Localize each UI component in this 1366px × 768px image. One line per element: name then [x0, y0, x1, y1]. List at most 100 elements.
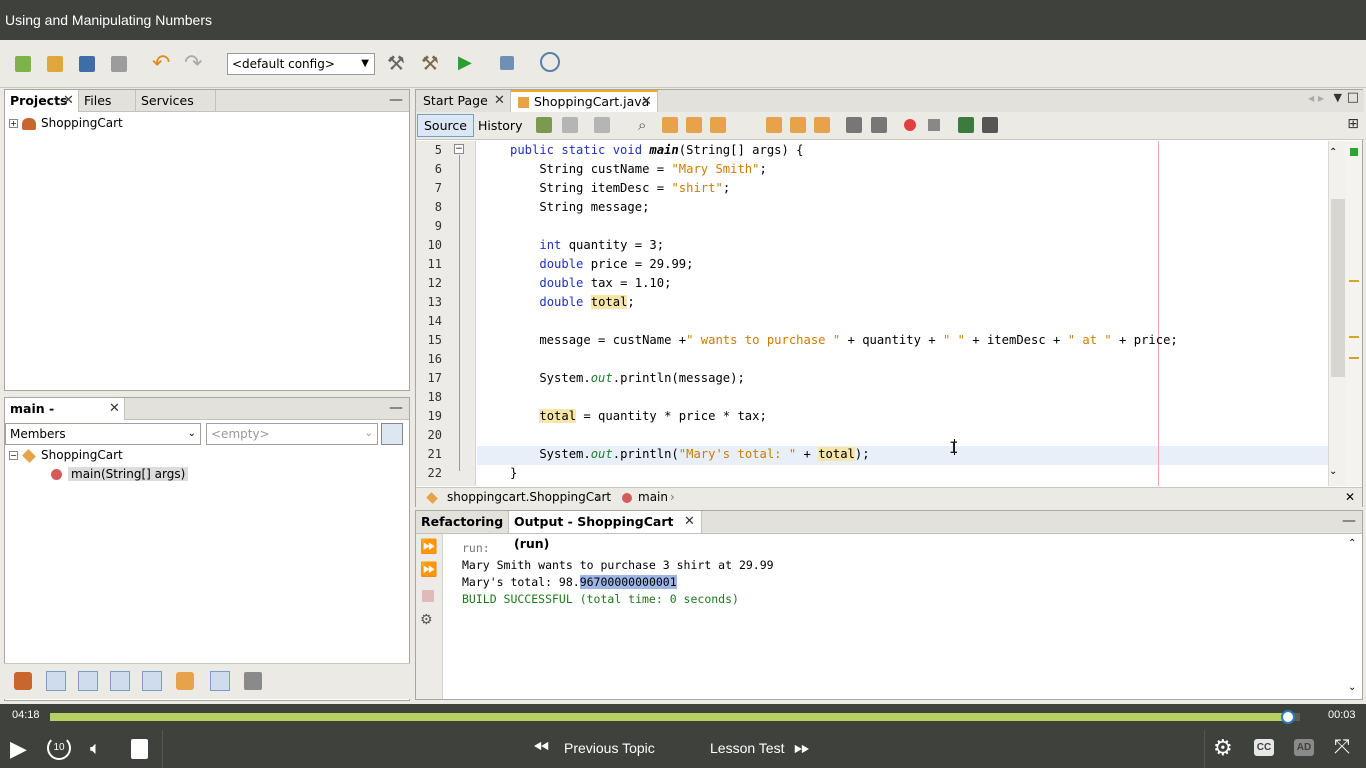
build-status-line: BUILD SUCCESSFUL (total time: 0 seconds): [462, 592, 739, 606]
scroll-down-icon[interactable]: ⌄: [1329, 466, 1337, 477]
editor-vertical-scrollbar[interactable]: ⌃ ⌄: [1328, 141, 1346, 486]
navigator-tool-button[interactable]: [78, 671, 98, 691]
tab-services[interactable]: Services: [136, 90, 216, 112]
navigator-options-button[interactable]: [381, 423, 403, 445]
config-select[interactable]: <default config> ▼: [227, 53, 375, 75]
stripe-mark[interactable]: [1349, 280, 1359, 282]
close-icon[interactable]: ✕: [109, 398, 120, 420]
transcript-button[interactable]: [131, 739, 148, 759]
progress-knob[interactable]: [1280, 710, 1295, 724]
navigator-tool-button[interactable]: [176, 672, 194, 690]
undo-button[interactable]: ↶: [149, 51, 175, 77]
toggle-highlight-icon[interactable]: [710, 117, 726, 133]
next-bookmark-icon[interactable]: [790, 117, 806, 133]
navigator-tool-button[interactable]: [244, 672, 262, 690]
minimize-button[interactable]: —: [1342, 513, 1356, 529]
search-icon[interactable]: ⌕: [638, 116, 646, 134]
play-button[interactable]: ▶: [10, 736, 27, 762]
audio-description-button[interactable]: AD: [1294, 739, 1314, 756]
stop-macro-icon[interactable]: [928, 119, 940, 131]
scroll-up-icon[interactable]: ⌃: [1348, 538, 1356, 549]
scroll-up-icon[interactable]: ⌃: [1329, 147, 1337, 158]
save-all-button[interactable]: [106, 51, 132, 77]
navigator-tool-button[interactable]: [142, 671, 162, 691]
navigator-class-item[interactable]: − ShoppingCart: [9, 446, 123, 464]
split-editor-icon[interactable]: ⊞: [1347, 116, 1359, 132]
breadcrumb-class[interactable]: shoppingcart.ShoppingCart: [447, 488, 611, 507]
close-icon[interactable]: ✕: [494, 90, 505, 112]
previous-bookmark-icon[interactable]: [766, 117, 782, 133]
exit-fullscreen-button[interactable]: ⤧: [1334, 736, 1350, 759]
progress-bar[interactable]: [50, 710, 1300, 724]
volume-button[interactable]: 🔈︎: [90, 738, 101, 759]
shift-left-icon[interactable]: [846, 117, 862, 133]
stripe-mark[interactable]: [1349, 357, 1359, 359]
line-number: 18: [427, 390, 442, 404]
redo-button[interactable]: ↷: [181, 51, 207, 77]
rewind-10-button[interactable]: 10: [47, 736, 71, 760]
navigator-tool-button[interactable]: [210, 671, 230, 691]
progress-fill: [50, 713, 1288, 721]
chevron-down-icon[interactable]: ▼: [1334, 91, 1342, 104]
lesson-test-button[interactable]: Lesson Test: [710, 740, 784, 756]
project-tree-item[interactable]: + ShoppingCart: [9, 114, 123, 132]
line-number: 14: [427, 314, 442, 328]
fold-toggle-icon[interactable]: −: [454, 144, 464, 154]
close-icon[interactable]: ✕: [63, 90, 74, 112]
profile-button[interactable]: [537, 51, 563, 77]
navigator-method-item[interactable]: main(String[] args): [51, 465, 189, 483]
toggle-bookmark-icon[interactable]: [814, 117, 830, 133]
uncomment-icon[interactable]: [982, 117, 998, 133]
stop-icon[interactable]: [422, 590, 434, 602]
open-project-button[interactable]: [74, 51, 100, 77]
start-comment-icon[interactable]: [958, 117, 974, 133]
tab-files[interactable]: Files: [79, 90, 136, 112]
settings-button[interactable]: ⚙: [1213, 735, 1233, 761]
close-icon[interactable]: ✕: [641, 92, 652, 111]
scrollbar-thumb[interactable]: [1331, 199, 1345, 377]
maximize-icon[interactable]: □: [1347, 90, 1359, 105]
new-project-button[interactable]: [42, 51, 68, 77]
breadcrumb-method[interactable]: main: [638, 488, 668, 507]
history-button[interactable]: History: [471, 114, 529, 137]
build-button[interactable]: ⚒: [383, 51, 409, 77]
run-button[interactable]: ▶: [453, 51, 479, 77]
minimize-button[interactable]: —: [389, 400, 403, 416]
rerun-with-params-icon[interactable]: ⏩: [420, 562, 437, 578]
tab-shoppingcart-java[interactable]: ShoppingCart.java ✕: [511, 90, 658, 112]
new-file-button[interactable]: [10, 51, 36, 77]
tab-refactoring[interactable]: Refactoring: [416, 511, 509, 533]
tab-start-page[interactable]: Start Page ✕: [416, 90, 511, 112]
last-edit-icon[interactable]: [594, 117, 610, 133]
previous-topic-button[interactable]: Previous Topic: [564, 740, 655, 756]
debug-button[interactable]: [495, 51, 521, 77]
output-vertical-scrollbar[interactable]: ⌃ ⌄: [1344, 534, 1362, 699]
back-icon[interactable]: [536, 117, 552, 133]
record-macro-icon[interactable]: [904, 119, 916, 131]
expand-icon[interactable]: +: [9, 119, 18, 128]
tab-output-run[interactable]: Output - ShoppingCart (run) ✕: [509, 511, 702, 551]
settings-icon[interactable]: ⚙: [420, 612, 433, 628]
shift-right-icon[interactable]: [871, 117, 887, 133]
close-icon[interactable]: ✕: [1345, 488, 1355, 507]
source-button[interactable]: Source: [417, 114, 474, 137]
captions-button[interactable]: CC: [1254, 739, 1274, 756]
rerun-icon[interactable]: ⏩: [420, 539, 437, 555]
stripe-mark[interactable]: [1349, 336, 1359, 338]
find-next-icon[interactable]: [686, 117, 702, 133]
tab-scroll-arrows[interactable]: ◂ ▸: [1308, 91, 1324, 105]
scroll-down-icon[interactable]: ⌄: [1348, 682, 1356, 693]
minimize-button[interactable]: —: [389, 92, 403, 108]
tab-projects[interactable]: Projects ✕: [5, 90, 79, 112]
navigator-tool-button[interactable]: [14, 672, 32, 690]
tab-navigator[interactable]: main - Navigator✕: [5, 398, 125, 438]
navigator-tool-button[interactable]: [110, 671, 130, 691]
clean-build-button[interactable]: ⚒: [417, 51, 443, 77]
close-icon[interactable]: ✕: [684, 511, 695, 533]
navigator-tool-button[interactable]: [46, 671, 66, 691]
members-filter-select[interactable]: Members ⌄: [5, 423, 201, 445]
forward-icon[interactable]: [562, 117, 578, 133]
collapse-icon[interactable]: −: [9, 451, 18, 460]
empty-select[interactable]: <empty> ⌄: [206, 423, 378, 445]
find-previous-icon[interactable]: [662, 117, 678, 133]
